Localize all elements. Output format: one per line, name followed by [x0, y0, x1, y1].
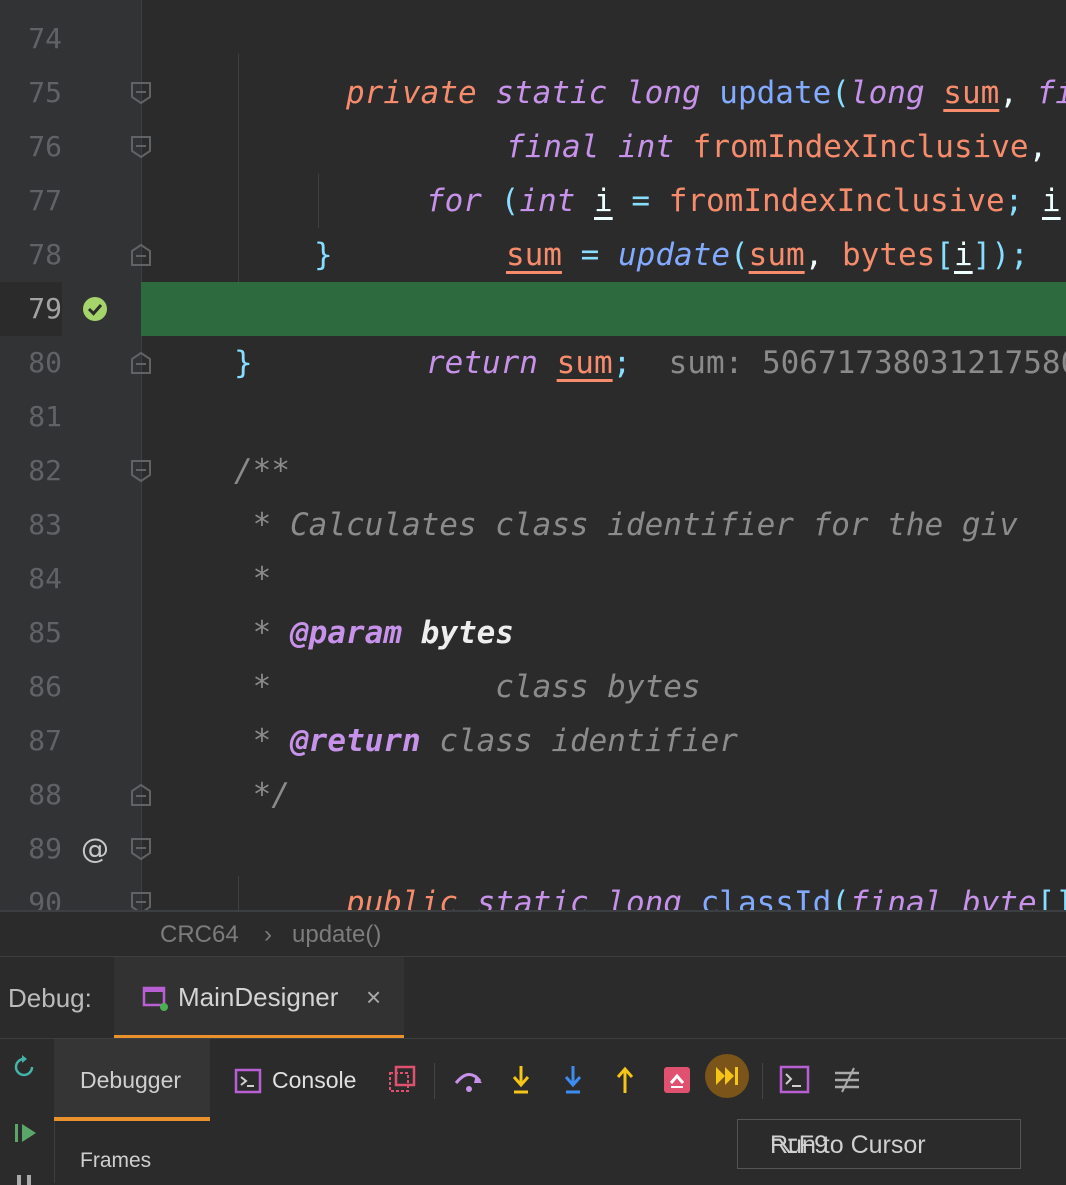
code-line[interactable]: 86 * class bytes — [0, 660, 1066, 714]
doc-tag: @param — [290, 615, 402, 651]
breadcrumb: CRC64 › update() — [0, 910, 1066, 958]
left-tool-strip — [0, 1039, 55, 1183]
fold-icon[interactable] — [130, 837, 152, 861]
line-number: 75 — [0, 66, 62, 120]
force-step-into-icon[interactable] — [556, 1063, 590, 1097]
debug-session-tab[interactable]: MainDesigner × — [114, 957, 404, 1039]
current-execution-line[interactable]: 79 return sum; sum: 5067173803121758001 — [0, 282, 1066, 336]
doc-comment: class identifier — [439, 723, 738, 759]
fold-icon[interactable] — [130, 135, 152, 159]
code-line[interactable]: 80 } — [0, 336, 1066, 390]
doc-comment: * Calculates class identifier for the gi… — [234, 507, 1018, 543]
code-line[interactable]: 84 * — [0, 552, 1066, 606]
code-line[interactable]: 75 final int fromIndexInclusive, fina — [0, 66, 1066, 120]
line-number: 77 — [0, 174, 62, 228]
line-number: 74 — [0, 12, 62, 66]
breadcrumb-class[interactable]: CRC64 — [160, 912, 239, 958]
line-number: 90 — [0, 876, 62, 910]
fold-icon[interactable] — [130, 351, 152, 375]
doc-comment: * — [234, 561, 271, 597]
run-to-cursor-icon[interactable] — [704, 1053, 750, 1099]
step-into-icon[interactable] — [504, 1063, 538, 1097]
brace: } — [314, 237, 333, 273]
doc-comment: * — [234, 723, 271, 759]
resume-program-icon[interactable] — [12, 1119, 40, 1147]
line-number: 80 — [0, 336, 62, 390]
fold-icon[interactable] — [130, 459, 152, 483]
code-line[interactable]: 87 * @return class identifier — [0, 714, 1066, 768]
doc-comment: class bytes — [271, 669, 700, 705]
debug-label: Debug: — [8, 957, 92, 1039]
run-config-icon — [142, 985, 168, 1011]
line-number: 89 — [0, 822, 62, 876]
doc-comment: * — [234, 669, 271, 705]
evaluate-expression-icon[interactable] — [778, 1063, 812, 1097]
line-number: 86 — [0, 660, 62, 714]
pause-program-icon[interactable] — [12, 1173, 40, 1185]
breakpoint-check-icon[interactable] — [80, 294, 110, 324]
code-line[interactable]: 83 * Calculates class identifier for the… — [0, 498, 1066, 552]
line-number: 79 — [0, 282, 62, 336]
step-over-icon[interactable] — [452, 1063, 486, 1097]
line-number: 83 — [0, 498, 62, 552]
at-sign-icon[interactable]: @ — [80, 834, 110, 864]
code-line[interactable]: 81 — [0, 390, 1066, 444]
rerun-icon[interactable] — [10, 1053, 38, 1081]
line-number: 82 — [0, 444, 62, 498]
toolbar-separator — [434, 1063, 435, 1099]
line-number: 88 — [0, 768, 62, 822]
doc-comment: /** — [234, 453, 290, 489]
line-number: 85 — [0, 606, 62, 660]
doc-comment: */ — [234, 777, 290, 813]
console-icon — [234, 1067, 262, 1095]
brace: } — [234, 345, 253, 381]
debug-tool-window-header: Debug: MainDesigner × — [0, 956, 1066, 1039]
code-line[interactable]: 89 @ public static long classId(final by… — [0, 822, 1066, 876]
breadcrumb-separator: › — [264, 912, 272, 958]
line-number: 87 — [0, 714, 62, 768]
doc-comment: * — [234, 615, 271, 651]
code-line[interactable]: 74 private static long update(long sum, … — [0, 12, 1066, 66]
code-line[interactable]: 77 sum = update(sum, bytes[i]); byte — [0, 174, 1066, 228]
frames-label: Frames — [80, 1149, 151, 1173]
doc-tag: @return — [290, 723, 421, 759]
line-number: 78 — [0, 228, 62, 282]
line-number: 84 — [0, 552, 62, 606]
fold-icon[interactable] — [130, 783, 152, 807]
close-icon[interactable]: × — [366, 957, 381, 1037]
drop-frame-icon[interactable] — [660, 1063, 694, 1097]
tab-console-label: Console — [272, 1039, 356, 1121]
toolbar-separator — [762, 1063, 763, 1099]
debug-session-label: MainDesigner — [178, 957, 338, 1037]
doc-tag-value: bytes — [421, 615, 514, 651]
tooltip-shortcut: ⌥F9 — [770, 1120, 828, 1170]
breadcrumb-method[interactable]: update() — [292, 912, 381, 958]
code-line[interactable]: 90 if (bytes.length > 7 && bytes[6] == 0… — [0, 876, 1066, 910]
line-number: 76 — [0, 120, 62, 174]
trace-settings-icon[interactable] — [830, 1063, 864, 1097]
line-number: 81 — [0, 390, 62, 444]
code-editor[interactable]: 74 private static long update(long sum, … — [0, 0, 1066, 910]
code-line[interactable]: 76 for (int i = fromIndexInclusive; i < … — [0, 120, 1066, 174]
code-line[interactable]: 88 */ — [0, 768, 1066, 822]
tab-debugger-label: Debugger — [80, 1039, 181, 1121]
code-line[interactable]: 78 } — [0, 228, 1066, 282]
code-line[interactable]: 82 /** — [0, 444, 1066, 498]
fold-icon[interactable] — [130, 81, 152, 105]
code-line[interactable]: 85 * @param bytes — [0, 606, 1066, 660]
tooltip: Run to Cursor ⌥F9 — [737, 1119, 1021, 1169]
step-out-icon[interactable] — [608, 1063, 642, 1097]
tab-console[interactable]: Console — [228, 1039, 378, 1121]
fold-icon[interactable] — [130, 243, 152, 267]
fold-icon[interactable] — [130, 891, 152, 910]
restore-layout-icon[interactable] — [386, 1063, 420, 1097]
tab-debugger[interactable]: Debugger — [54, 1039, 210, 1121]
